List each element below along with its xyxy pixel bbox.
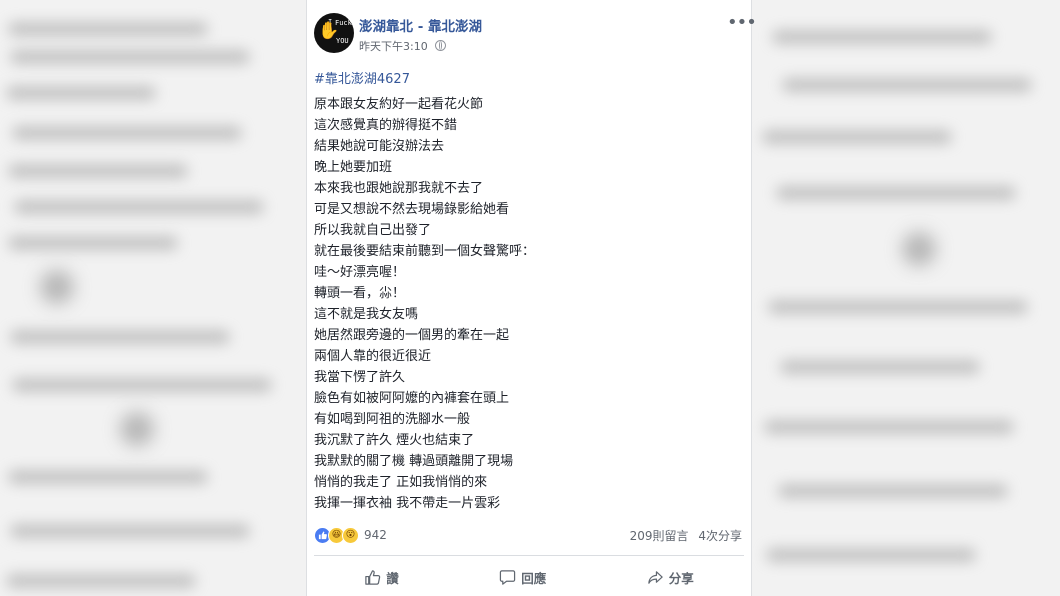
comment-bubble-icon: [499, 569, 516, 586]
post-body-line: 我沉默了許久 煙火也結束了: [314, 433, 475, 448]
post-body-line: 晚上她要加班: [314, 160, 393, 175]
page-name-link[interactable]: 澎湖靠北 - 靠北澎湖: [359, 15, 482, 35]
comment-button[interactable]: 回應: [499, 568, 546, 587]
blurred-background-left: [0, 0, 306, 596]
post-body-line: 這次感覺真的辦得挺不錯: [314, 118, 458, 133]
like-button[interactable]: 讚: [364, 568, 399, 587]
action-bar: 讚 回應 分享: [314, 563, 744, 591]
post-body-line: 這不就是我女友嗎: [314, 307, 419, 322]
post-body: 原本跟女友約好一起看花火節 這次感覺真的辦得挺不錯 結果她說可能沒辦法去 晚上她要加班…: [314, 94, 744, 514]
post-timestamp[interactable]: 昨天下午3:10: [359, 40, 428, 53]
share-arrow-icon: [647, 569, 664, 586]
post-body-line: 我默默的關了機 轉過頭離開了現場: [314, 454, 514, 469]
post-stats: 209則留言 4次分享: [630, 527, 742, 544]
comments-count[interactable]: 209則留言: [630, 529, 689, 543]
post-body-line: 轉頭一看，尛！: [314, 286, 406, 301]
reactions-summary[interactable]: 😆 😮 942: [314, 526, 387, 544]
shares-count[interactable]: 4次分享: [698, 529, 742, 543]
like-label: 讚: [386, 570, 399, 586]
post-body-line: 悄悄的我走了 正如我悄悄的來: [314, 475, 488, 490]
post-body-line: 所以我就自己出發了: [314, 223, 432, 238]
comment-label: 回應: [521, 570, 547, 586]
post-body-line: 她居然跟旁邊的一個男的牽在一起: [314, 328, 510, 343]
post-body-line: 我揮一揮衣袖 我不帶走一片雲彩: [314, 496, 501, 511]
post-body-line: 哇～好漂亮喔！: [314, 265, 406, 280]
post-body-line: 結果她說可能沒辦法去: [314, 139, 445, 154]
post-body-line: 有如喝到阿祖的洗腳水一般: [314, 412, 471, 427]
post-body-line: 原本跟女友約好一起看花火節: [314, 97, 484, 112]
post-meta: 昨天下午3:10: [359, 38, 447, 54]
post-body-line: 臉色有如被阿阿嬤的內褲套在頭上: [314, 391, 510, 406]
wow-icon: 😮: [342, 526, 359, 544]
public-globe-icon: [435, 40, 447, 51]
share-button[interactable]: 分享: [647, 568, 694, 587]
blurred-background-right: [752, 0, 1060, 596]
page-avatar[interactable]: I Fuck ✋ YOU: [314, 13, 354, 53]
more-options-icon[interactable]: •••: [727, 14, 757, 32]
share-label: 分享: [668, 570, 694, 586]
divider: [314, 555, 744, 556]
post-body-line: 本來我也跟她說那我就不去了: [314, 181, 484, 196]
post-card: I Fuck ✋ YOU 澎湖靠北 - 靠北澎湖 昨天下午3:10 ••• #靠…: [306, 0, 757, 596]
post-body-line: 可是又想說不然去現場錄影給她看: [314, 202, 510, 217]
reaction-count: 942: [364, 528, 387, 542]
hashtag-link[interactable]: #靠北澎湖4627: [314, 68, 410, 87]
post-body-line: 兩個人靠的很近很近: [314, 349, 432, 364]
post-body-line: 就在最後要結束前聽到一個女聲驚呼：: [314, 244, 536, 259]
post-body-line: 我當下愣了許久: [314, 370, 406, 385]
thumbs-up-icon: [364, 569, 381, 586]
